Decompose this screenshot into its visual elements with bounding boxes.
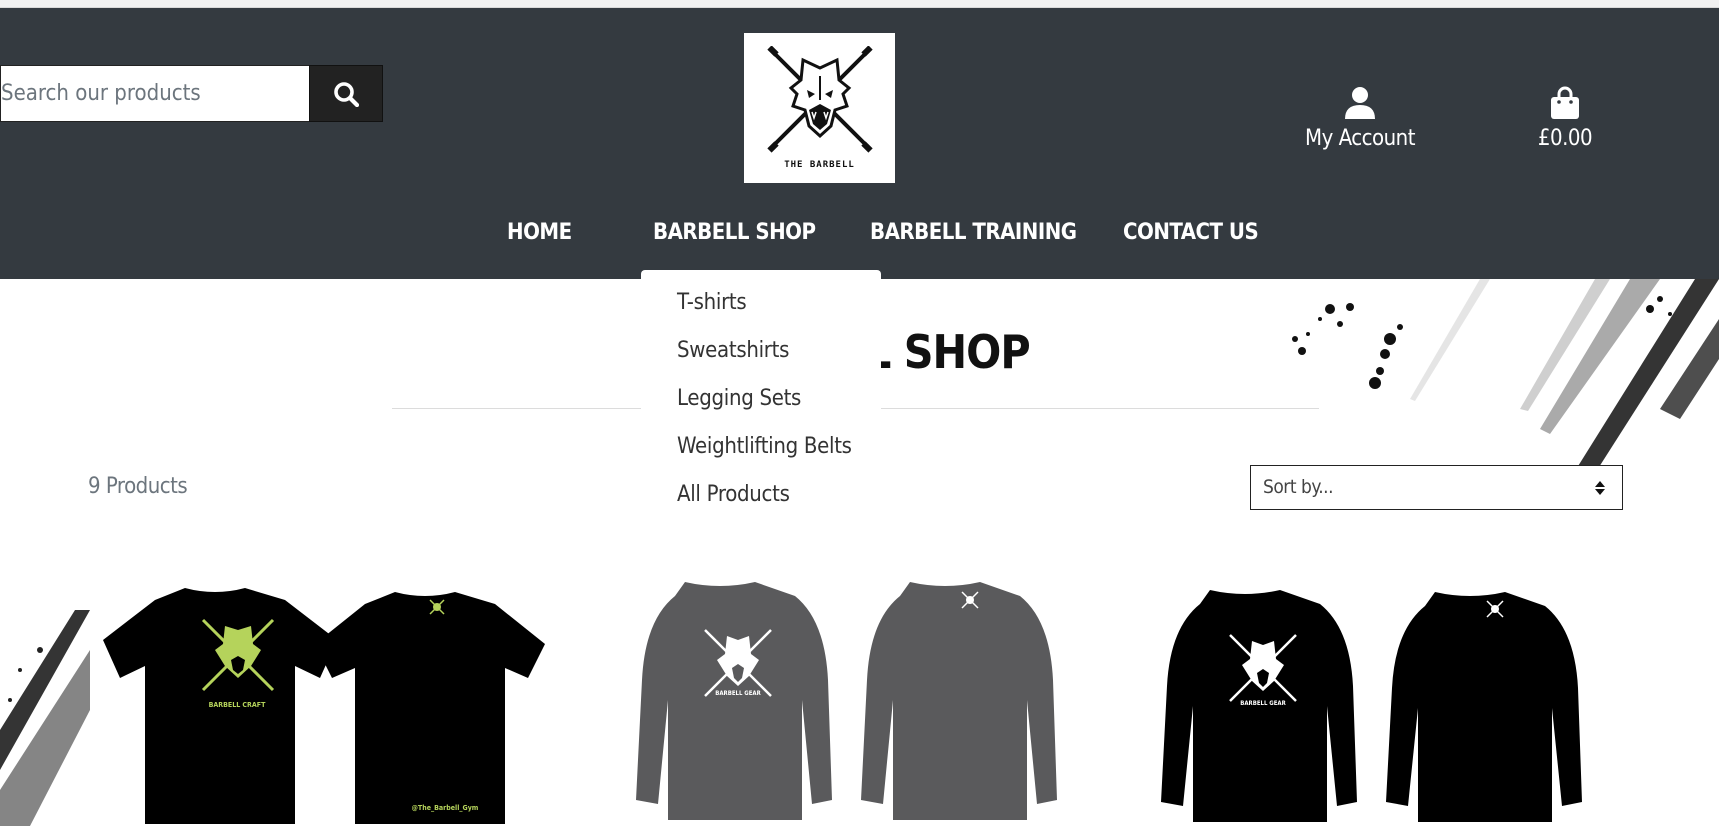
product-image-tshirt: BARBELL CRAFT @The_Barbell_Gym xyxy=(103,588,545,824)
logo-wordmark: THE BARBELL xyxy=(784,160,855,170)
product-back-print-text: @The_Barbell_Gym xyxy=(412,804,479,812)
search-input[interactable] xyxy=(0,65,309,122)
cart-link[interactable]: £0.00 xyxy=(1525,86,1605,151)
sort-select[interactable]: Sort by... xyxy=(1250,465,1623,510)
dropdown-item-legging-sets[interactable]: Legging Sets xyxy=(677,386,801,411)
dropdown-item-tshirts[interactable]: T-shirts xyxy=(677,290,747,315)
main-nav: HOME BARBELL SHOP BARBELL TRAINING CONTA… xyxy=(0,220,1719,260)
barbell-shop-dropdown: T-shirts Sweatshirts Legging Sets Weight… xyxy=(641,270,881,510)
search-button[interactable] xyxy=(309,65,383,122)
nav-contact-us[interactable]: CONTACT US xyxy=(1123,220,1259,245)
site-logo[interactable]: THE BARBELL xyxy=(744,33,895,183)
sort-arrows-icon xyxy=(1595,481,1605,495)
my-account-label: My Account xyxy=(1305,126,1415,151)
dropdown-item-weightlifting-belts[interactable]: Weightlifting Belts xyxy=(677,434,852,459)
nav-barbell-shop[interactable]: BARBELL SHOP xyxy=(653,220,816,245)
search-icon xyxy=(334,81,359,107)
product-card-tshirt[interactable]: BARBELL CRAFT @The_Barbell_Gym xyxy=(95,560,555,826)
wolf-barbell-logo-icon xyxy=(766,46,873,153)
product-image-grey-sweatshirt: BARBELL GEAR xyxy=(636,582,1057,820)
dropdown-item-sweatshirts[interactable]: Sweatshirts xyxy=(677,338,789,363)
product-image-black-sweatshirt: BARBELL GEAR xyxy=(1161,590,1582,822)
site-header: THE BARBELL My Account £0.00 HOME BARBEL… xyxy=(0,8,1719,279)
search-form xyxy=(0,65,383,122)
shopping-bag-icon xyxy=(1551,86,1579,119)
top-border xyxy=(0,0,1719,8)
user-icon xyxy=(1345,87,1375,119)
nav-barbell-training[interactable]: BARBELL TRAINING xyxy=(870,220,1077,245)
my-account-link[interactable]: My Account xyxy=(1300,86,1420,151)
paint-splatter-bottom-left xyxy=(0,610,90,826)
product-print-text: BARBELL GEAR xyxy=(1240,700,1286,707)
dropdown-item-all-products[interactable]: All Products xyxy=(677,482,790,507)
cart-total: £0.00 xyxy=(1537,126,1593,151)
sort-select-value: Sort by... xyxy=(1263,476,1334,498)
product-card-black-sweatshirt[interactable]: BARBELL GEAR xyxy=(1155,560,1615,826)
product-count: 9 Products xyxy=(88,474,188,499)
nav-home[interactable]: HOME xyxy=(507,220,572,245)
product-print-text: BARBELL CRAFT xyxy=(209,701,266,709)
product-print-text: BARBELL GEAR xyxy=(715,690,761,697)
product-card-grey-sweatshirt[interactable]: BARBELL GEAR xyxy=(630,560,1090,826)
